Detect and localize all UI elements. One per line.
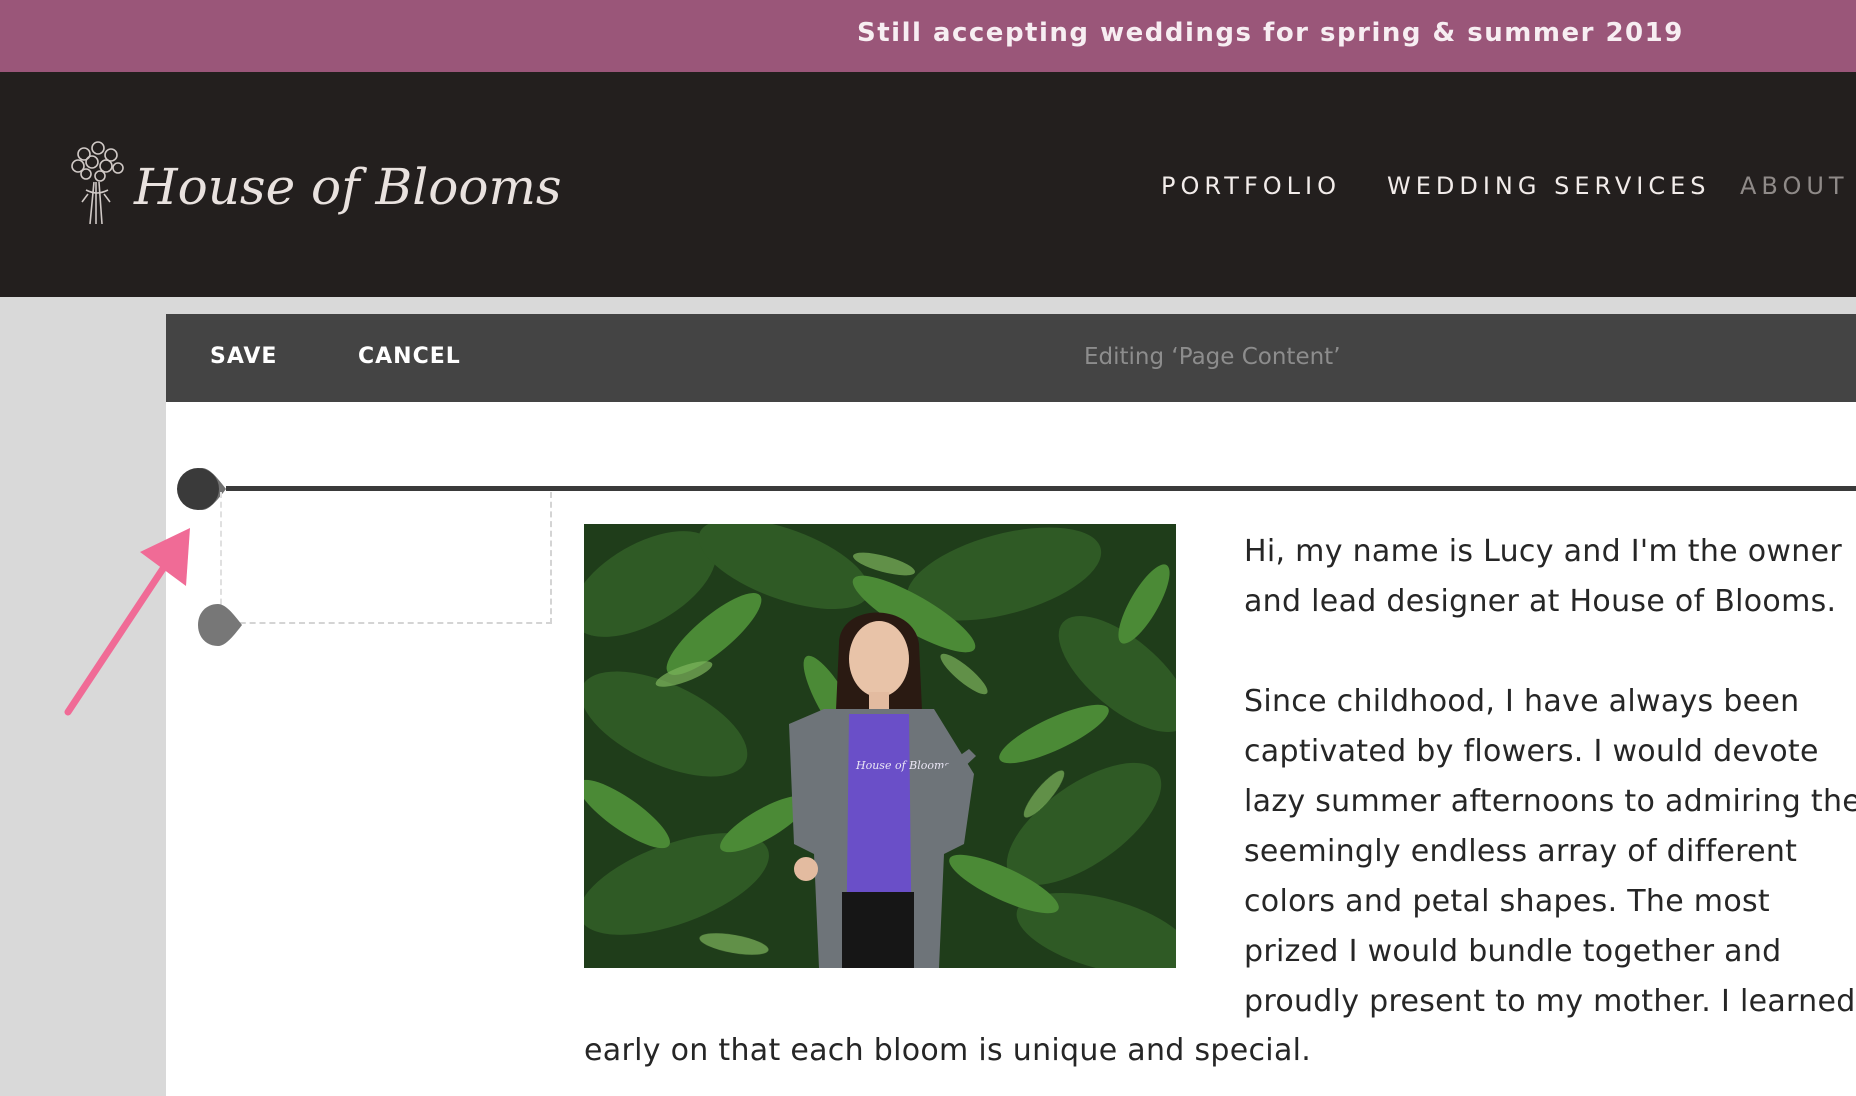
pointer-arrow-icon (64, 528, 190, 716)
nav-wedding-services[interactable]: WEDDING SERVICES (1387, 172, 1711, 200)
bio-line: Since childhood, I have always been (1244, 684, 1800, 719)
main-nav: PORTFOLIO WEDDING SERVICES ABOUT (0, 172, 1856, 212)
announcement-text: Still accepting weddings for spring & su… (857, 18, 1684, 48)
announcement-bar: Still accepting weddings for spring & su… (0, 0, 1856, 72)
bio-line: proudly present to my mother. I learned (1244, 984, 1856, 1019)
block-drop-zone[interactable] (220, 492, 552, 624)
editing-status: Editing ‘Page Content’ (1084, 344, 1341, 370)
portrait-photo[interactable]: House of Blooms (584, 524, 1176, 968)
bio-line: captivated by flowers. I would devote (1244, 734, 1819, 769)
bio-paragraph-intro[interactable]: Hi, my name is Lucy and I'm the owner an… (1244, 527, 1844, 627)
bio-line: colors and petal shapes. The most (1244, 884, 1770, 919)
nav-about[interactable]: ABOUT (1740, 172, 1849, 200)
bio-line: Hi, my name is Lucy and I'm the owner (1244, 534, 1842, 569)
bio-paragraph-childhood[interactable]: Since childhood, I have always been capt… (1244, 677, 1856, 1027)
bio-line: and lead designer at House of Blooms. (1244, 584, 1837, 619)
bio-line: prized I would bundle together and (1244, 934, 1782, 969)
save-button[interactable]: SAVE (210, 344, 277, 369)
cancel-button[interactable]: CANCEL (358, 344, 461, 369)
bio-paragraph-tail[interactable]: early on that each bloom is unique and s… (584, 1026, 1311, 1076)
editing-toolbar: SAVE CANCEL Editing ‘Page Content’ (166, 314, 1856, 402)
nav-portfolio[interactable]: PORTFOLIO (1161, 172, 1341, 200)
site-header: House of Blooms PORTFOLIO WEDDING SERVIC… (0, 72, 1856, 297)
bio-line: lazy summer afternoons to admiring the (1244, 784, 1856, 819)
shirt-text: House of Blooms (855, 759, 950, 772)
row-insertion-line (226, 486, 1856, 491)
bio-line: seemingly endless array of different (1244, 834, 1798, 869)
